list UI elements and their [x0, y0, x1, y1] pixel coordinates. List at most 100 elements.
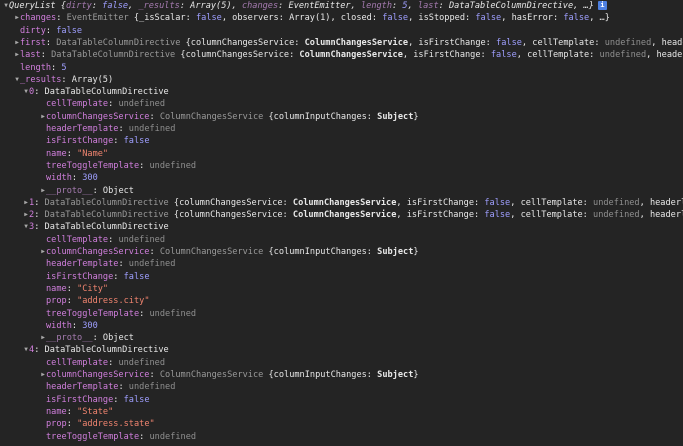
console-token: changes — [20, 13, 57, 24]
console-token: Subject — [377, 111, 414, 122]
console-tree-row[interactable]: ▼ 0: DataTableColumnDirective — [0, 86, 683, 98]
console-token: last — [20, 50, 41, 61]
console-token: {columnInputChanges: — [268, 247, 378, 257]
console-token: : — [34, 345, 45, 356]
console-token: cellTemplate — [46, 99, 109, 110]
console-token: ColumnChangesService — [292, 210, 397, 221]
console-token: : — [113, 136, 124, 147]
console-row-content: headerTemplate: undefined — [46, 381, 683, 393]
console-token: cellTemplate — [46, 234, 109, 245]
console-token: "City" — [77, 283, 109, 294]
console-row-content: name: "State" — [46, 406, 683, 418]
console-token: columnChangesService — [46, 370, 150, 380]
console-token: : — [40, 50, 52, 61]
console-tree-row[interactable]: ▶ 1: DataTableColumnDirective {columnChan… — [0, 197, 683, 209]
console-token: : — [139, 160, 150, 171]
console-tree-row[interactable]: ▼ _results: Array(5) — [0, 74, 683, 86]
console-token: {columnInputChanges: — [268, 370, 378, 380]
console-token: DataTableColumnDirective — [44, 222, 169, 233]
console-token: : — [118, 259, 129, 270]
console-token: , hasError: — [501, 13, 564, 24]
console-tree-row: prop: "address.city" — [0, 295, 683, 307]
console-tree-row: dirty: false — [0, 25, 683, 37]
console-row-content: 1: DataTableColumnDirective {columnChang… — [29, 197, 683, 209]
console-tree-row[interactable]: ▶ first: DataTableColumnDirective {column… — [0, 37, 683, 49]
console-tree-row[interactable]: ▶ changes: EventEmitter {_isScalar: false… — [0, 12, 683, 24]
console-tree-row[interactable]: ▶ 2: DataTableColumnDirective {columnChan… — [0, 209, 683, 221]
console-tree-row[interactable]: ▼ 4: DataTableColumnDirective — [0, 344, 683, 356]
console-token: : Object — [92, 333, 134, 344]
console-tree-row: name: "Name" — [0, 148, 683, 160]
console-token: : — [66, 283, 78, 294]
console-token: width — [46, 173, 72, 184]
console-row-content: name: "Name" — [46, 148, 683, 160]
console-token: DataTableColumnDirective — [44, 87, 169, 98]
console-token: , headerl — [639, 210, 683, 221]
console-token: 300 — [82, 173, 98, 184]
console-row-content: changes: EventEmitter {_isScalar: false,… — [20, 12, 683, 24]
console-row-content: name: "City" — [46, 283, 683, 295]
console-token: name — [46, 148, 67, 159]
console-tree-row[interactable]: ▶ columnChangesService: ColumnChangesServ… — [0, 246, 683, 258]
console-tree-row[interactable]: ▶ __proto__: Object — [0, 332, 683, 344]
console-token: } — [413, 111, 419, 122]
console-token: changes — [241, 1, 279, 11]
console-token: : — [149, 370, 160, 380]
console-token: undefined — [604, 37, 652, 48]
console-token: undefined — [128, 259, 176, 270]
console-token: : — [149, 111, 160, 122]
console-token: : — [66, 419, 78, 430]
console-token: treeToggleTemplate — [46, 160, 140, 171]
console-tree-row[interactable]: ▶ __proto__: Object — [0, 185, 683, 197]
console-token: undefined — [118, 99, 166, 110]
console-token: false — [123, 394, 150, 405]
console-tree-row[interactable]: ▶ columnChangesService: ColumnChangesServ… — [0, 369, 683, 381]
console-tree-row[interactable]: ▼ 3: DataTableColumnDirective — [0, 221, 683, 233]
console-token: , observers: Array(1), closed: — [221, 13, 383, 24]
console-token: } — [413, 247, 419, 257]
console-tree-row: width: 300 — [0, 172, 683, 184]
console-token: false — [484, 197, 511, 208]
console-token: "Name" — [77, 148, 109, 159]
console-token: prop — [46, 296, 67, 307]
console-row-content: cellTemplate: undefined — [46, 98, 683, 110]
console-token: ColumnChangesService — [159, 111, 269, 122]
console-token: Array(5) — [71, 74, 114, 85]
console-token: false — [496, 37, 522, 48]
console-row-content: length: 5 — [20, 62, 683, 74]
console-token: undefined — [593, 197, 640, 208]
console-token: false — [123, 136, 150, 147]
console-row-content: isFirstChange: false — [46, 271, 683, 283]
console-token: undefined — [149, 308, 197, 319]
console-token: : — [118, 382, 129, 393]
console-token: : — [139, 308, 150, 319]
console-token: undefined — [118, 234, 166, 245]
info-icon[interactable]: i — [597, 1, 607, 10]
console-row-content: dirty: false — [20, 25, 683, 37]
console-tree-row[interactable]: ▶ columnChangesService: ColumnChangesServ… — [0, 111, 683, 123]
console-token: Subject — [377, 370, 414, 380]
console-token: dirty — [65, 1, 92, 11]
console-token: , isFirstChange: — [396, 210, 485, 221]
console-token: , cellTemplate: — [510, 197, 594, 208]
console-row-content: 3: DataTableColumnDirective — [29, 221, 683, 233]
console-token: : — [139, 431, 150, 442]
console-row-content: isFirstChange: false — [46, 135, 683, 147]
console-token: {columnChangesService: — [173, 197, 293, 208]
console-tree-row: isFirstChange: false — [0, 394, 683, 406]
console-tree-row[interactable]: ▼ QueryList {dirty: false, _results: Arra… — [0, 0, 683, 12]
console-tree-row[interactable]: ▶ last: DataTableColumnDirective {columnC… — [0, 49, 683, 61]
console-token: QueryList — [9, 1, 61, 11]
console-token: : — [34, 222, 45, 233]
console-token: : — [34, 87, 45, 98]
console-row-content: first: DataTableColumnDirective {columnC… — [20, 37, 683, 49]
console-token: : — [278, 1, 289, 11]
console-token: false — [195, 13, 222, 24]
console-row-content: 4: DataTableColumnDirective — [29, 344, 683, 356]
console-row-content: last: DataTableColumnDirective {columnCh… — [20, 49, 683, 61]
console-token: EventEmitter — [288, 1, 351, 11]
console-token: DataTableColumnDirective — [44, 210, 174, 221]
console-token: undefined — [593, 210, 640, 221]
console-token: ColumnChangesService — [299, 50, 403, 61]
console-token: treeToggleTemplate — [46, 308, 140, 319]
